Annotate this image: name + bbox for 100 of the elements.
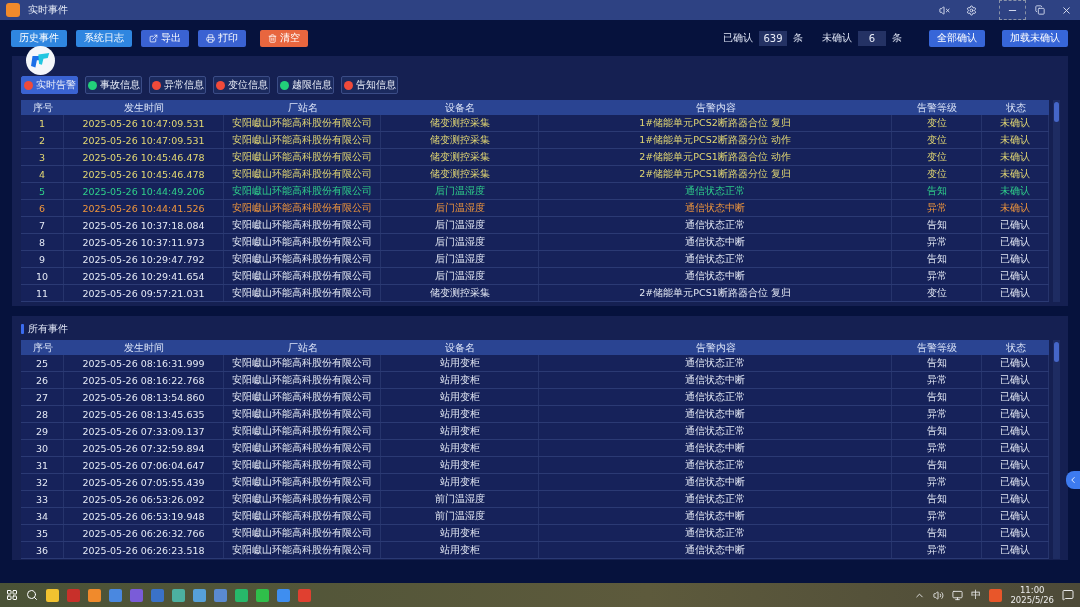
app-icon[interactable] bbox=[214, 588, 227, 602]
table-cell: 异常 bbox=[892, 474, 982, 490]
filter-tab[interactable]: 告知信息 bbox=[341, 76, 398, 94]
app-icon[interactable] bbox=[172, 588, 185, 602]
app-icon[interactable] bbox=[989, 588, 1003, 602]
app-icon[interactable] bbox=[109, 588, 122, 602]
column-header: 状态 bbox=[1004, 340, 1027, 355]
table-cell: 6 bbox=[21, 200, 64, 216]
filter-tab[interactable]: 越限信息 bbox=[277, 76, 334, 94]
table-row[interactable]: 7 2025-05-26 10:37:18.084 安阳巘山环能高科股份有限公司 后门温湿度 通信状态正常 告知 已确认 bbox=[21, 217, 1049, 234]
table-row[interactable]: 29 2025-05-26 07:33:09.137 安阳巘山环能高科股份有限公司 站用变柜 通信状态正常 告知 已确认 bbox=[21, 423, 1049, 440]
table-cell: 告知 bbox=[892, 457, 982, 473]
table-row[interactable]: 34 2025-05-26 06:53:19.948 安阳巘山环能高科股份有限公司 前门温湿度 通信状态中断 异常 已确认 bbox=[21, 508, 1049, 525]
input-method[interactable]: 中 bbox=[971, 588, 982, 602]
table-cell: 通信状态正常 bbox=[539, 251, 892, 267]
export-button[interactable]: 导出 bbox=[141, 29, 189, 47]
filter-tab[interactable]: 事故信息 bbox=[85, 76, 142, 94]
table-cell: 1#储能单元PCS2断路器合位 复归 bbox=[539, 115, 892, 131]
table-cell: 通信状态正常 bbox=[539, 389, 892, 405]
table-cell: 通信状态中断 bbox=[539, 508, 892, 524]
table-cell: 2025-05-26 10:44:41.526 bbox=[64, 200, 224, 216]
table-row[interactable]: 30 2025-05-26 07:32:59.894 安阳巘山环能高科股份有限公司 站用变柜 通信状态中断 异常 已确认 bbox=[21, 440, 1049, 457]
table-cell: 安阳巘山环能高科股份有限公司 bbox=[224, 268, 381, 284]
volume-icon[interactable] bbox=[933, 589, 945, 601]
table-cell: 8 bbox=[21, 234, 64, 250]
table-cell: 2#储能单元PCS1断路器分位 复归 bbox=[539, 166, 892, 182]
table-cell: 安阳巘山环能高科股份有限公司 bbox=[224, 132, 381, 148]
table-row[interactable]: 1 2025-05-26 10:47:09.531 安阳巘山环能高科股份有限公司 储变测控采集 1#储能单元PCS2断路器合位 复归 变位 未确认 bbox=[21, 115, 1049, 132]
column-header: 告警等级 bbox=[916, 340, 958, 355]
scrollbar[interactable] bbox=[1053, 340, 1060, 559]
table-row[interactable]: 25 2025-05-26 08:16:31.999 安阳巘山环能高科股份有限公司 站用变柜 通信状态正常 告知 已确认 bbox=[21, 355, 1049, 372]
table-row[interactable]: 5 2025-05-26 10:44:49.206 安阳巘山环能高科股份有限公司 后门温湿度 通信状态正常 告知 未确认 bbox=[21, 183, 1049, 200]
minimize-button[interactable] bbox=[999, 0, 1026, 20]
windows-start-icon[interactable] bbox=[6, 589, 18, 601]
app-icon[interactable] bbox=[88, 588, 101, 602]
search-icon[interactable] bbox=[26, 589, 38, 601]
table-row[interactable]: 35 2025-05-26 06:26:32.766 安阳巘山环能高科股份有限公司 站用变柜 通信状态正常 告知 已确认 bbox=[21, 525, 1049, 542]
plain-button[interactable]: 历史事件 bbox=[11, 29, 67, 47]
table-cell: 已确认 bbox=[982, 389, 1049, 405]
table-cell: 2025-05-26 06:26:23.518 bbox=[64, 542, 224, 558]
table-cell: 变位 bbox=[892, 132, 982, 148]
column-header: 发生时间 bbox=[123, 340, 165, 355]
confirm-button[interactable]: 全部确认 bbox=[929, 29, 985, 47]
column-header: 设备名 bbox=[444, 340, 476, 355]
table-row[interactable]: 32 2025-05-26 07:05:55.439 安阳巘山环能高科股份有限公司 站用变柜 通信状态中断 异常 已确认 bbox=[21, 474, 1049, 491]
column-header: 序号 bbox=[31, 100, 54, 115]
app-icon[interactable] bbox=[235, 588, 248, 602]
table-row[interactable]: 36 2025-05-26 06:26:23.518 安阳巘山环能高科股份有限公司 站用变柜 通信状态中断 异常 已确认 bbox=[21, 542, 1049, 559]
app-icon[interactable] bbox=[256, 588, 269, 602]
table-row[interactable]: 4 2025-05-26 10:45:46.478 安阳巘山环能高科股份有限公司 储变测控采集 2#储能单元PCS1断路器分位 复归 变位 未确认 bbox=[21, 166, 1049, 183]
collapse-tab[interactable] bbox=[1066, 471, 1080, 489]
plain-button[interactable]: 系统日志 bbox=[76, 29, 132, 47]
table-cell: 通信状态中断 bbox=[539, 542, 892, 558]
clock[interactable]: 11:00 2025/5/26 bbox=[1010, 585, 1054, 605]
table-cell: 2025-05-26 07:32:59.894 bbox=[64, 440, 224, 456]
table-cell: 告知 bbox=[892, 183, 982, 199]
table-row[interactable]: 33 2025-05-26 06:53:26.092 安阳巘山环能高科股份有限公司 前门温湿度 通信状态正常 告知 已确认 bbox=[21, 491, 1049, 508]
table-cell: 告知 bbox=[892, 217, 982, 233]
restore-icon bbox=[1034, 5, 1045, 15]
table-cell: 29 bbox=[21, 423, 64, 439]
close-icon bbox=[1061, 4, 1072, 16]
table-row[interactable]: 27 2025-05-26 08:13:54.860 安阳巘山环能高科股份有限公司 站用变柜 通信状态正常 告知 已确认 bbox=[21, 389, 1049, 406]
column-header: 序号 bbox=[31, 340, 54, 355]
filter-tab[interactable]: 变位信息 bbox=[213, 76, 270, 94]
app-icon[interactable] bbox=[46, 588, 59, 602]
scrollbar[interactable] bbox=[1053, 100, 1060, 302]
table-cell: 站用变柜 bbox=[381, 389, 539, 405]
table-cell: 2025-05-26 07:06:04.647 bbox=[64, 457, 224, 473]
table-cell: 后门温湿度 bbox=[381, 183, 539, 199]
table-cell: 站用变柜 bbox=[381, 372, 539, 388]
table-row[interactable]: 31 2025-05-26 07:06:04.647 安阳巘山环能高科股份有限公司 站用变柜 通信状态正常 告知 已确认 bbox=[21, 457, 1049, 474]
table-row[interactable]: 26 2025-05-26 08:16:22.768 安阳巘山环能高科股份有限公司 站用变柜 通信状态中断 异常 已确认 bbox=[21, 372, 1049, 389]
table-cell: 安阳巘山环能高科股份有限公司 bbox=[224, 183, 381, 199]
notification-icon[interactable] bbox=[1062, 589, 1074, 601]
table-cell: 已确认 bbox=[982, 217, 1049, 233]
table-cell: 未确认 bbox=[982, 183, 1049, 199]
table-row[interactable]: 8 2025-05-26 10:37:11.973 安阳巘山环能高科股份有限公司 后门温湿度 通信状态中断 异常 已确认 bbox=[21, 234, 1049, 251]
print-button[interactable]: 打印 bbox=[198, 29, 246, 47]
confirm-button[interactable]: 加载未确认 bbox=[1002, 29, 1068, 47]
table-row[interactable]: 28 2025-05-26 08:13:45.635 安阳巘山环能高科股份有限公司 站用变柜 通信状态中断 异常 已确认 bbox=[21, 406, 1049, 423]
table-cell: 通信状态中断 bbox=[539, 440, 892, 456]
app-icon[interactable] bbox=[277, 588, 290, 602]
table-cell: 未确认 bbox=[982, 200, 1049, 216]
table-row[interactable]: 10 2025-05-26 10:29:41.654 安阳巘山环能高科股份有限公司 后门温湿度 通信状态中断 异常 已确认 bbox=[21, 268, 1049, 285]
filter-tab[interactable]: 异常信息 bbox=[149, 76, 206, 94]
app-icon[interactable] bbox=[193, 588, 206, 602]
table-cell: 安阳巘山环能高科股份有限公司 bbox=[224, 491, 381, 507]
table-cell: 2025-05-26 06:26:32.766 bbox=[64, 525, 224, 541]
table-cell: 已确认 bbox=[982, 268, 1049, 284]
filter-tab[interactable]: 实时告警 bbox=[21, 76, 78, 94]
column-header: 告警内容 bbox=[694, 100, 737, 115]
table-row[interactable]: 9 2025-05-26 10:29:47.792 安阳巘山环能高科股份有限公司 后门温湿度 通信状态正常 告知 已确认 bbox=[21, 251, 1049, 268]
table-cell: 异常 bbox=[892, 508, 982, 524]
table-row[interactable]: 2 2025-05-26 10:47:09.531 安阳巘山环能高科股份有限公司 储变测控采集 1#储能单元PCS2断路器分位 动作 变位 未确认 bbox=[21, 132, 1049, 149]
table-row[interactable]: 3 2025-05-26 10:45:46.478 安阳巘山环能高科股份有限公司 储变测控采集 2#储能单元PCS1断路器合位 动作 变位 未确认 bbox=[21, 149, 1049, 166]
table-row[interactable]: 6 2025-05-26 10:44:41.526 安阳巘山环能高科股份有限公司 后门温湿度 通信状态中断 异常 未确认 bbox=[21, 200, 1049, 217]
table-row[interactable]: 11 2025-05-26 09:57:21.031 安阳巘山环能高科股份有限公司 储变测控采集 2#储能单元PCS1断路器合位 复归 变位 已确认 bbox=[21, 285, 1049, 302]
table-cell: 通信状态中断 bbox=[539, 372, 892, 388]
table-cell: 2025-05-26 07:33:09.137 bbox=[64, 423, 224, 439]
table-cell: 已确认 bbox=[982, 508, 1049, 524]
